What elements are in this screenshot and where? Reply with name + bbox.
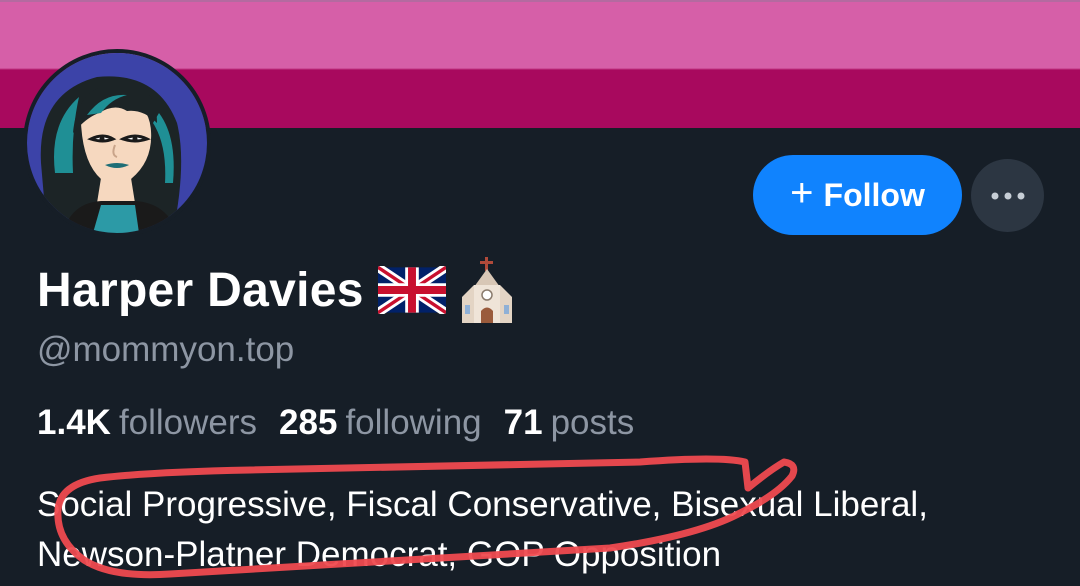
church-emoji [460, 257, 514, 323]
profile-handle: @mommyon.top [37, 330, 295, 369]
profile-bio: Social Progressive, Fiscal Conservative,… [37, 485, 928, 574]
uk-flag-emoji [377, 266, 446, 314]
more-options-button[interactable] [971, 159, 1044, 232]
following-label: following [345, 403, 482, 442]
posts-stat[interactable]: 71 posts [504, 403, 635, 443]
profile-stats: 1.4K followers 285 following 71 posts [37, 403, 656, 443]
following-stat[interactable]: 285 following [279, 403, 482, 443]
follow-label: Follow [823, 176, 925, 213]
followers-label: followers [118, 403, 258, 442]
following-count: 285 [279, 403, 338, 442]
follow-button[interactable]: + Follow [753, 155, 962, 235]
display-name: Harper Davies [37, 263, 364, 317]
followers-stat[interactable]: 1.4K followers [37, 403, 257, 443]
posts-label: posts [550, 403, 635, 442]
plus-icon: + [790, 171, 814, 215]
name-row: Harper Davies [37, 252, 514, 328]
avatar[interactable] [23, 49, 211, 237]
followers-count: 1.4K [37, 403, 111, 442]
posts-count: 71 [503, 403, 543, 442]
ellipsis-icon [991, 192, 1024, 199]
